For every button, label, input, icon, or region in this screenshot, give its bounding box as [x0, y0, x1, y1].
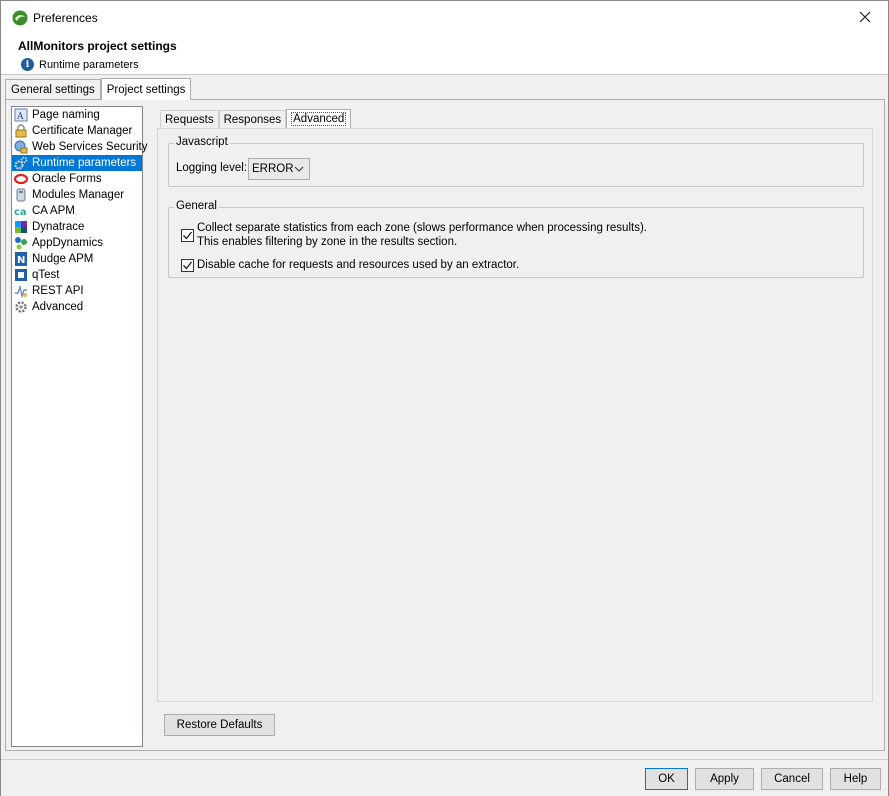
help-label: Help	[843, 773, 868, 785]
tree-item-label: CA APM	[32, 205, 75, 217]
page-subtitle: i Runtime parameters	[21, 58, 139, 71]
tree-item-certificate-manager[interactable]: Certificate Manager	[12, 123, 142, 139]
page-title: AllMonitors project settings	[18, 39, 177, 53]
preferences-window: Preferences AllMonitors project settings…	[0, 0, 889, 796]
tree-item-oracle-forms[interactable]: Oracle Forms	[12, 171, 142, 187]
general-group-title: General	[174, 200, 219, 212]
page-naming-icon: A	[14, 108, 28, 122]
oracle-icon	[14, 172, 28, 186]
tab-responses[interactable]: Responses	[218, 110, 287, 128]
tab-requests[interactable]: Requests	[160, 110, 219, 128]
tree-item-label: qTest	[32, 269, 60, 281]
tree-item-label: Page naming	[32, 109, 100, 121]
logging-level-label: Logging level:	[176, 162, 247, 174]
dialog-footer: OK Apply Cancel Help	[1, 759, 888, 796]
apply-label: Apply	[710, 773, 739, 785]
tab-project-settings[interactable]: Project settings	[100, 78, 192, 100]
tree-item-web-services-security[interactable]: Web Services Security	[12, 139, 147, 155]
dialog-header: AllMonitors project settings i Runtime p…	[1, 33, 888, 75]
tree-item-dynatrace[interactable]: Dynatrace	[12, 219, 142, 235]
disable-cache-label: Disable cache for requests and resources…	[197, 259, 520, 271]
certificate-icon	[14, 124, 28, 138]
tree-item-page-naming[interactable]: A Page naming	[12, 107, 142, 123]
restore-defaults-button[interactable]: Restore Defaults	[164, 714, 275, 736]
rest-api-icon	[14, 284, 28, 298]
tree-item-label: AppDynamics	[32, 237, 103, 249]
advanced-tab-panel: Javascript Logging level: ERROR General …	[157, 128, 873, 702]
svg-text:A: A	[16, 112, 24, 122]
runtime-gear-icon	[14, 156, 28, 170]
subtitle-text: Runtime parameters	[39, 58, 139, 71]
collect-zone-stats-checkbox[interactable]	[181, 229, 194, 242]
advanced-gear-icon	[14, 300, 28, 314]
tree-item-label: Oracle Forms	[32, 173, 102, 185]
logging-level-value: ERROR	[252, 163, 294, 175]
svg-text:N: N	[17, 255, 25, 266]
help-button[interactable]: Help	[830, 768, 881, 790]
dynatrace-icon	[14, 220, 28, 234]
app-logo-icon	[12, 10, 28, 26]
title-bar: Preferences	[1, 1, 888, 33]
disable-cache-checkbox[interactable]	[181, 259, 194, 272]
tree-item-label: Runtime parameters	[32, 157, 137, 169]
tree-item-qtest[interactable]: qTest	[12, 267, 142, 283]
tab-advanced[interactable]: Advanced	[286, 109, 352, 128]
tree-item-label: Modules Manager	[32, 189, 125, 201]
collect-zone-stats-label: Collect separate statistics from each zo…	[197, 222, 647, 234]
cancel-label: Cancel	[774, 773, 810, 785]
tree-item-label: REST API	[32, 285, 84, 297]
modules-icon	[14, 188, 28, 202]
tree-item-label: Web Services Security	[32, 141, 148, 153]
info-icon: i	[21, 58, 34, 71]
tab-general-settings[interactable]: General settings	[5, 79, 101, 99]
general-group: General Collect separate statistics from…	[168, 200, 864, 278]
checkmark-icon	[183, 261, 193, 270]
close-icon	[859, 11, 871, 23]
outer-tab-bar: General settings Project settings	[5, 78, 192, 100]
qtest-icon	[14, 268, 28, 282]
tab-advanced-label: Advanced	[291, 112, 347, 126]
restore-defaults-label: Restore Defaults	[176, 719, 263, 731]
tree-item-runtime-parameters[interactable]: Runtime parameters	[12, 155, 142, 171]
nudge-icon: N	[14, 252, 28, 266]
settings-tree: A Page naming Certificate Manager Web Se…	[11, 106, 147, 747]
cancel-button[interactable]: Cancel	[761, 768, 823, 790]
tree-item-label: Certificate Manager	[32, 125, 133, 137]
ok-button[interactable]: OK	[645, 768, 688, 790]
close-button[interactable]	[842, 1, 888, 33]
tree-item-rest-api[interactable]: REST API	[12, 283, 142, 299]
tree-item-nudge-apm[interactable]: N Nudge APM	[12, 251, 142, 267]
ca-apm-icon: ca	[14, 204, 28, 218]
javascript-group-title: Javascript	[174, 136, 230, 148]
project-settings-panel: A Page naming Certificate Manager Web Se…	[5, 99, 885, 751]
appdynamics-icon	[14, 236, 28, 250]
tree-item-label: Advanced	[32, 301, 84, 313]
tree-item-appdynamics[interactable]: AppDynamics	[12, 235, 142, 251]
collect-zone-stats-hint: This enables filtering by zone in the re…	[197, 236, 458, 248]
web-security-icon	[14, 140, 28, 154]
checkmark-icon	[183, 231, 193, 240]
chevron-down-icon	[294, 166, 304, 172]
logging-level-select[interactable]: ERROR	[248, 158, 310, 180]
javascript-group: Javascript Logging level: ERROR	[168, 136, 864, 187]
tree-item-advanced[interactable]: Advanced	[12, 299, 142, 315]
apply-button[interactable]: Apply	[695, 768, 754, 790]
ok-label: OK	[658, 773, 675, 785]
tree-item-ca-apm[interactable]: ca CA APM	[12, 203, 142, 219]
window-title: Preferences	[33, 11, 98, 25]
tree-item-label: Nudge APM	[32, 253, 94, 265]
tree-item-label: Dynatrace	[32, 221, 85, 233]
svg-text:ca: ca	[14, 207, 27, 218]
inner-tab-bar: Requests Responses Advanced	[160, 109, 352, 128]
tree-item-modules-manager[interactable]: Modules Manager	[12, 187, 142, 203]
